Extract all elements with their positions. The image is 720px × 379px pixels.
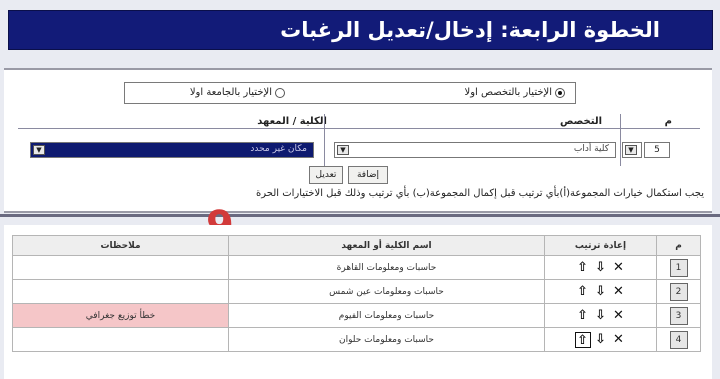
- radio-unchecked-icon[interactable]: [275, 87, 285, 98]
- college-select-value: مكان غير محدد: [250, 144, 307, 154]
- arrow-down-icon[interactable]: ⇩: [593, 284, 609, 300]
- delete-icon[interactable]: ✕: [611, 308, 627, 324]
- radio-checked-icon[interactable]: [555, 87, 565, 98]
- entry-panel: الإختيار بالتخصص اولا الإختيار بالجامعة …: [4, 68, 712, 213]
- row-number-badge: 4: [669, 330, 688, 349]
- header-notes: ملاحظات: [12, 235, 229, 256]
- specialty-select[interactable]: ▼ كلية أداب: [334, 142, 616, 158]
- col-specialty-label: التخصص: [560, 116, 602, 127]
- table-row: حاسبات ومعلومات القاهرة ✕ ⇩ ⇧ 1: [12, 255, 701, 280]
- radio-university-first[interactable]: الإختيار بالجامعة اولا: [190, 87, 285, 98]
- col-m-label: م: [664, 116, 672, 127]
- chevron-down-icon[interactable]: ▼: [337, 145, 349, 155]
- row-number-cell: 3: [656, 303, 701, 328]
- row-reorder-controls: ✕ ⇩ ⇧: [544, 255, 657, 280]
- page-title: الخطوة الرابعة: إدخال/تعديل الرغبات: [280, 18, 660, 42]
- row-number-value: 5: [654, 145, 660, 155]
- row-number-field[interactable]: 5: [644, 142, 670, 158]
- radio-university-label: الإختيار بالجامعة اولا: [189, 87, 272, 98]
- row-note: [12, 279, 229, 304]
- header-college: اسم الكلية أو المعهد: [228, 235, 545, 256]
- table-row: حاسبات ومعلومات حلوان ✕ ⇩ ⇧ 4: [12, 327, 701, 352]
- radio-specialty-label: الإختيار بالتخصص اولا: [464, 87, 552, 98]
- header-m: م: [656, 235, 701, 256]
- row-number-cell: 1: [656, 255, 701, 280]
- edit-button[interactable]: تعديل: [309, 166, 343, 184]
- divider: [18, 128, 700, 129]
- arrow-down-icon[interactable]: ⇩: [593, 308, 609, 324]
- table-header-row: ملاحظات اسم الكلية أو المعهد إعادة ترتيب…: [12, 235, 701, 256]
- row-note-error: خطأ توزيع جغرافي: [12, 303, 229, 328]
- arrow-down-icon[interactable]: ⇩: [593, 260, 609, 276]
- row-number-select[interactable]: ▼: [622, 142, 642, 158]
- table-row: خطأ توزيع جغرافي حاسبات ومعلومات الفيوم …: [12, 303, 701, 328]
- delete-icon[interactable]: ✕: [611, 260, 627, 276]
- step-banner: الخطوة الرابعة: إدخال/تعديل الرغبات: [8, 10, 713, 50]
- divider: [620, 114, 621, 166]
- specialty-select-value: كلية أداب: [573, 144, 609, 154]
- row-reorder-controls: ✕ ⇩ ⇧: [544, 303, 657, 328]
- row-reorder-controls: ✕ ⇩ ⇧: [544, 279, 657, 304]
- arrow-up-icon[interactable]: ⇧: [575, 284, 591, 300]
- row-reorder-controls: ✕ ⇩ ⇧: [544, 327, 657, 352]
- college-select[interactable]: ▼ مكان غير محدد: [30, 142, 314, 158]
- row-college: حاسبات ومعلومات عين شمس: [228, 279, 545, 304]
- choices-panel: ملاحظات اسم الكلية أو المعهد إعادة ترتيب…: [4, 225, 712, 379]
- header-reorder: إعادة ترتيب: [544, 235, 657, 256]
- ordering-notice: يجب استكمال خيارات المجموعة(أ)بأي ترتيب …: [255, 188, 704, 199]
- row-number-badge: 1: [669, 258, 688, 277]
- choices-table: ملاحظات اسم الكلية أو المعهد إعادة ترتيب…: [12, 235, 701, 352]
- chevron-down-icon[interactable]: ▼: [33, 145, 45, 155]
- row-number-badge: 3: [669, 306, 688, 325]
- row-number-badge: 2: [669, 282, 688, 301]
- row-number-cell: 4: [656, 327, 701, 352]
- arrow-down-icon[interactable]: ⇩: [593, 332, 609, 348]
- chevron-down-icon[interactable]: ▼: [625, 145, 637, 155]
- row-college: حاسبات ومعلومات القاهرة: [228, 255, 545, 280]
- arrow-up-icon[interactable]: ⇧: [575, 308, 591, 324]
- row-college: حاسبات ومعلومات الفيوم: [228, 303, 545, 328]
- arrow-up-icon[interactable]: ⇧: [574, 331, 591, 348]
- arrow-up-icon[interactable]: ⇧: [575, 260, 591, 276]
- row-note: [12, 327, 229, 352]
- delete-icon[interactable]: ✕: [611, 332, 627, 348]
- row-number-cell: 2: [656, 279, 701, 304]
- delete-icon[interactable]: ✕: [611, 284, 627, 300]
- table-row: حاسبات ومعلومات عين شمس ✕ ⇩ ⇧ 2: [12, 279, 701, 304]
- col-college-label: الكلية / المعهد: [257, 116, 327, 127]
- section-divider: [0, 214, 720, 217]
- row-college: حاسبات ومعلومات حلوان: [228, 327, 545, 352]
- add-button[interactable]: إضافة: [348, 166, 388, 184]
- divider: [324, 114, 325, 166]
- radio-specialty-first[interactable]: الإختيار بالتخصص اولا: [464, 87, 565, 98]
- choice-mode-group: الإختيار بالتخصص اولا الإختيار بالجامعة …: [124, 82, 576, 104]
- row-note: [12, 255, 229, 280]
